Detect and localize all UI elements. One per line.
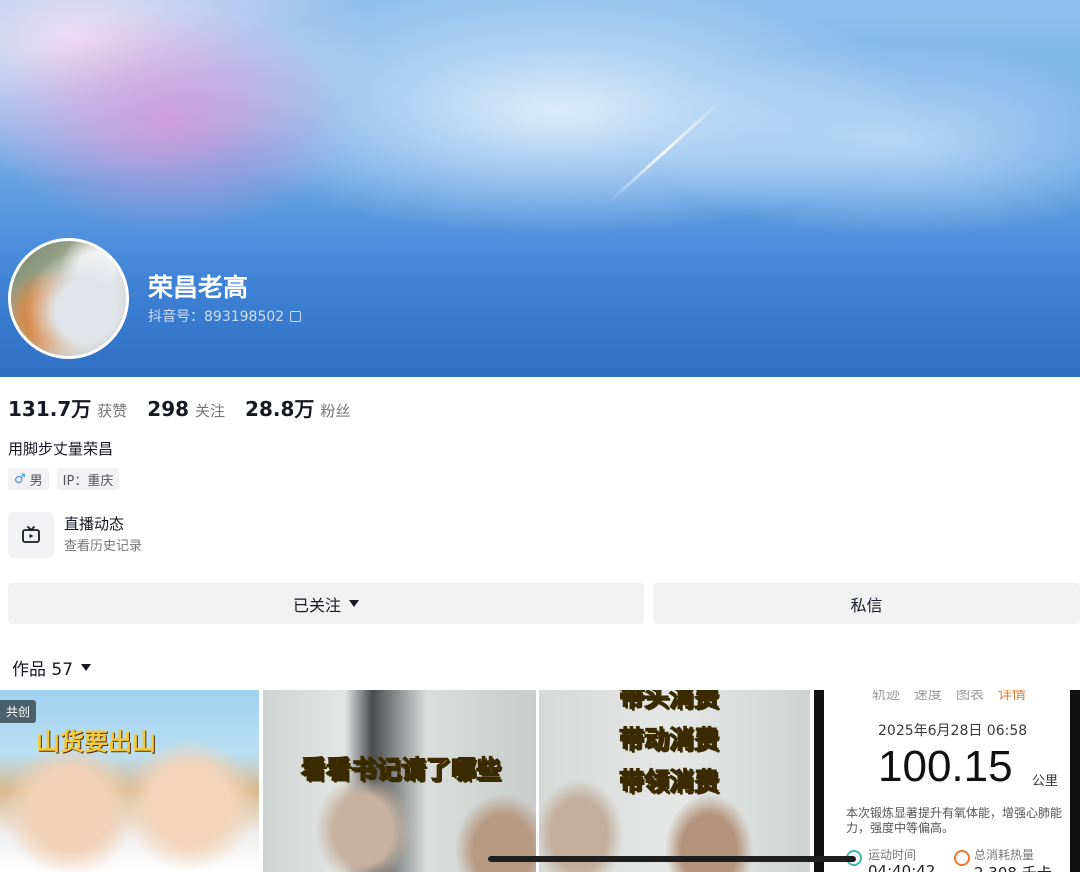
works-grid: 山货要出山 共创 看看书记请了哪些 带头消费 带动消费 带领消费 轨迹 速度 图… xyxy=(0,690,1080,872)
live-history-entry[interactable]: 直播动态 查看历史记录 xyxy=(8,512,142,558)
live-text: 直播动态 查看历史记录 xyxy=(64,513,142,557)
workout-time-label: 运动时间 xyxy=(868,848,917,862)
male-icon: ♂ xyxy=(14,471,26,487)
gender-tag: ♂ 男 xyxy=(8,468,49,490)
thumbnail-1-title: 山货要出山 xyxy=(36,728,156,756)
video-thumbnail-4[interactable]: 轨迹 速度 图表 详情 2025年6月28日 06:58 100.15 公里 本… xyxy=(814,690,1080,872)
bio: 用脚步丈量荣昌 xyxy=(8,440,114,458)
ip-tag: IP：重庆 xyxy=(56,468,120,490)
stat-followers[interactable]: 28.8万 粉丝 xyxy=(245,393,350,422)
workout-tabs: 轨迹 速度 图表 详情 xyxy=(872,690,1026,704)
calorie-icon xyxy=(954,850,970,866)
avatar[interactable] xyxy=(8,238,129,359)
stat-following[interactable]: 298 关注 xyxy=(147,397,225,421)
workout-tab-speed: 速度 xyxy=(914,690,942,703)
workout-date: 2025年6月28日 06:58 xyxy=(878,723,1028,739)
home-indicator[interactable] xyxy=(488,856,856,862)
workout-time-value: 04:40:42 xyxy=(868,862,936,872)
co-create-badge: 共创 xyxy=(0,700,37,723)
copy-icon[interactable] xyxy=(290,310,302,322)
workout-calorie-label: 总消耗热量 xyxy=(974,848,1035,862)
workout-distance-unit: 公里 xyxy=(1032,774,1059,789)
workout-distance: 100.15 xyxy=(878,742,1013,791)
thumbnail-3-caption-2: 带动消费 xyxy=(618,725,720,755)
thumbnail-3-caption-3: 带领消费 xyxy=(618,767,720,797)
workout-tab-track: 轨迹 xyxy=(872,690,900,703)
works-count: 作品 57 xyxy=(12,660,74,680)
douyin-id-text: 抖音号：893198502 xyxy=(148,309,285,325)
thumbnail-3-caption-1: 带头消费 xyxy=(618,690,720,713)
workout-tab-detail: 详情 xyxy=(998,690,1026,703)
ip-text: IP：重庆 xyxy=(62,473,114,489)
live-subtitle: 查看历史记录 xyxy=(64,539,143,554)
video-thumbnail-2[interactable]: 看看书记请了哪些 xyxy=(263,690,536,872)
stat-followers-label: 粉丝 xyxy=(320,402,351,420)
live-title: 直播动态 xyxy=(64,515,125,533)
banner-light-streak xyxy=(608,100,722,203)
stat-likes-value: 131.7万 xyxy=(8,397,92,421)
stats-row: 131.7万 获赞 298 关注 28.8万 粉丝 xyxy=(8,393,370,422)
username: 荣昌老高 xyxy=(148,273,249,302)
douyin-id[interactable]: 抖音号：893198502 xyxy=(148,306,302,326)
stat-followers-value: 28.8万 xyxy=(245,397,315,421)
caret-down-icon xyxy=(349,600,359,607)
thumbnail-2-caption: 看看书记请了哪些 xyxy=(300,755,502,785)
stat-following-label: 关注 xyxy=(195,402,226,420)
works-tab[interactable]: 作品 57 xyxy=(12,655,92,680)
followed-button-label: 已关注 xyxy=(292,595,341,615)
live-icon-box xyxy=(8,512,54,558)
workout-card: 轨迹 速度 图表 详情 2025年6月28日 06:58 100.15 公里 本… xyxy=(824,690,1070,872)
gender-text: 男 xyxy=(29,473,43,489)
stat-following-value: 298 xyxy=(147,397,190,421)
stat-likes-label: 获赞 xyxy=(97,402,128,420)
tv-icon xyxy=(22,526,40,543)
workout-tab-chart: 图表 xyxy=(956,690,984,703)
works-caret-down-icon xyxy=(81,664,92,671)
profile-tags: ♂ 男 IP：重庆 xyxy=(8,468,120,490)
workout-description: 本次锻炼显著提升有氧体能，增强心肺能力，强度中等偏高。 xyxy=(846,806,1063,835)
message-button[interactable]: 私信 xyxy=(653,583,1080,624)
message-button-label: 私信 xyxy=(850,595,883,615)
video-thumbnail-1[interactable]: 山货要出山 共创 xyxy=(0,690,259,872)
workout-calorie-value: 2,308 千卡 xyxy=(974,862,1052,872)
stat-likes[interactable]: 131.7万 获赞 xyxy=(8,393,127,422)
followed-button[interactable]: 已关注 xyxy=(8,583,644,624)
video-thumbnail-3[interactable]: 带头消费 带动消费 带领消费 xyxy=(539,690,810,872)
